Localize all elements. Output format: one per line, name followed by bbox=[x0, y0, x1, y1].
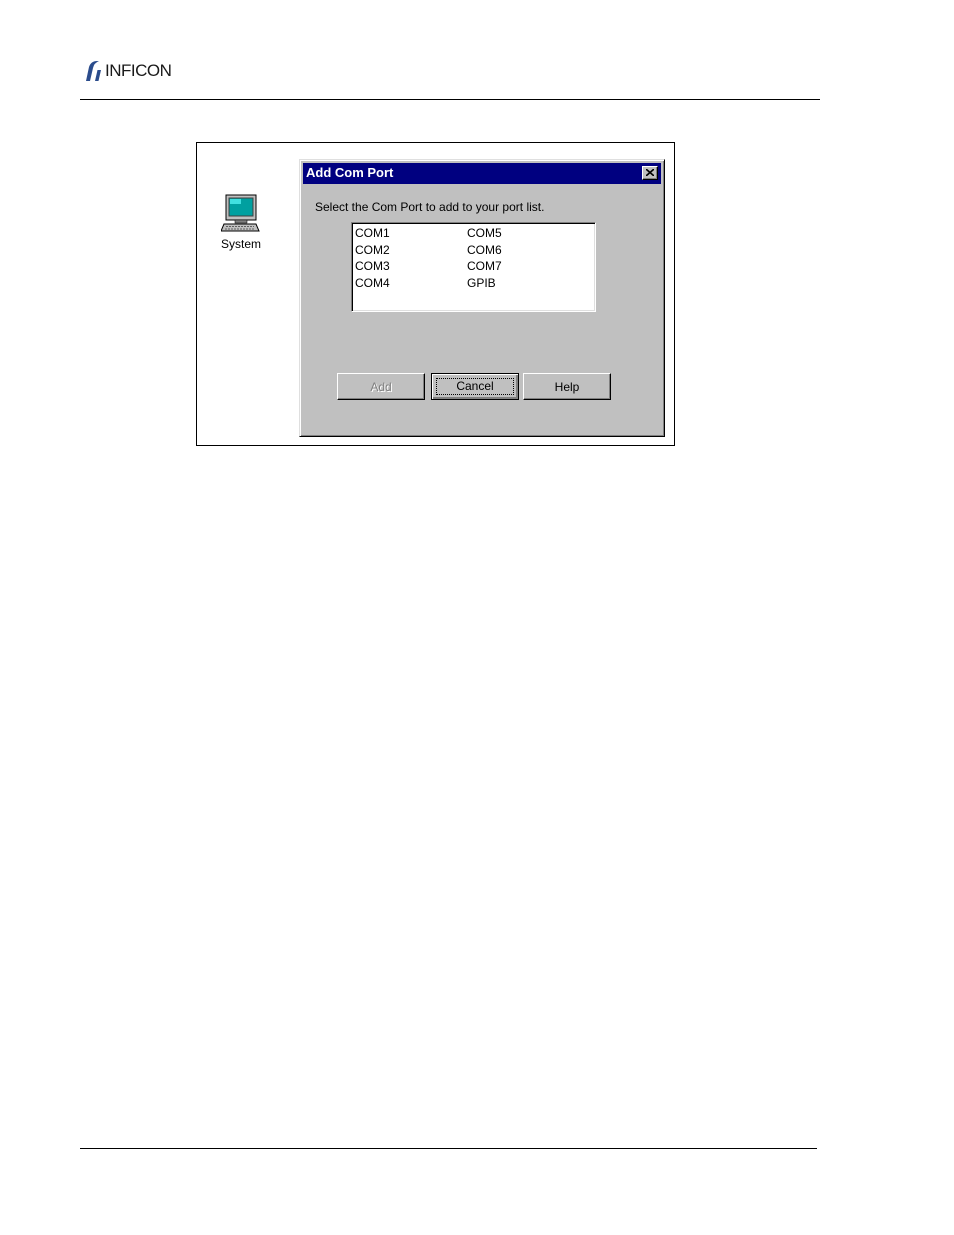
inficon-logo: INFICON bbox=[82, 59, 172, 83]
dialog-title: Add Com Port bbox=[306, 165, 394, 180]
logo-text: INFICON bbox=[105, 61, 172, 80]
dialog-titlebar[interactable]: Add Com Port bbox=[303, 163, 661, 184]
header-rule bbox=[80, 99, 820, 100]
desktop-icon-label: System bbox=[220, 237, 261, 251]
footer-rule bbox=[80, 1148, 817, 1149]
port-listbox[interactable]: COM1 COM2 COM3 COM4 COM5 COM6 COM7 GPIB bbox=[351, 222, 596, 312]
port-list-item[interactable]: COM1 bbox=[355, 225, 455, 242]
port-list-item[interactable]: GPIB bbox=[467, 275, 567, 292]
port-list-item[interactable]: COM2 bbox=[355, 242, 455, 259]
cancel-button-label: Cancel bbox=[436, 378, 514, 395]
port-list-item[interactable]: COM4 bbox=[355, 275, 455, 292]
port-list-item[interactable]: COM3 bbox=[355, 258, 455, 275]
port-column-1: COM1 COM2 COM3 COM4 bbox=[355, 225, 455, 291]
add-button[interactable]: Add bbox=[337, 373, 425, 400]
port-list-item[interactable]: COM6 bbox=[467, 242, 567, 259]
port-list-item[interactable]: COM7 bbox=[467, 258, 567, 275]
dialog-prompt: Select the Com Port to add to your port … bbox=[315, 200, 545, 214]
port-column-2: COM5 COM6 COM7 GPIB bbox=[467, 225, 567, 291]
add-com-port-dialog: Add Com Port Select the Com Port to add … bbox=[299, 159, 665, 437]
cancel-button[interactable]: Cancel bbox=[431, 373, 519, 400]
inficon-logo-icon bbox=[86, 61, 101, 81]
close-button[interactable] bbox=[642, 166, 658, 180]
close-icon bbox=[646, 169, 654, 176]
help-button[interactable]: Help bbox=[523, 373, 611, 400]
port-list-item[interactable]: COM5 bbox=[467, 225, 567, 242]
screenshot-figure: System Add Com Port Select the Com Port … bbox=[196, 142, 675, 446]
desktop-icon-system[interactable]: System bbox=[211, 193, 271, 251]
computer-icon bbox=[221, 194, 260, 232]
